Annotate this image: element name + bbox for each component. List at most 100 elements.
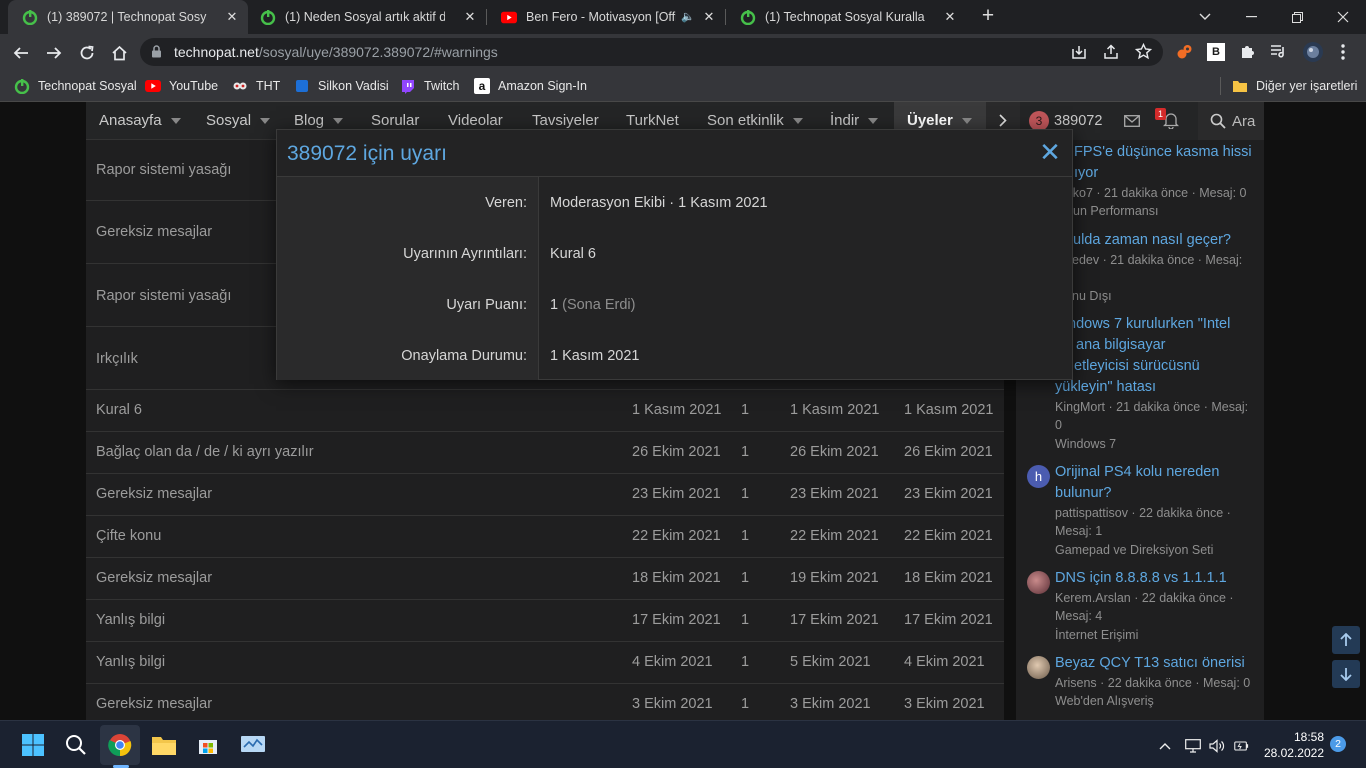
reload-icon[interactable]	[76, 42, 98, 64]
volume-icon[interactable]	[1209, 738, 1225, 754]
bookmark-silkon-vadisi[interactable]: Silkon Vadisi	[294, 77, 389, 95]
thread-forum[interactable]: un Performansı	[1073, 204, 1158, 218]
thread-forum[interactable]: nu Dışı	[1072, 289, 1112, 303]
monitor-app-icon[interactable]	[238, 730, 268, 760]
speaker-audio-icon[interactable]: 🔈	[681, 10, 695, 23]
caret-down-icon[interactable]	[792, 118, 803, 125]
caret-down-icon[interactable]	[260, 118, 271, 125]
caret-down-icon[interactable]	[961, 118, 972, 125]
table-row[interactable]: Kural 6 1 Kasım 2021 1 1 Kasım 2021 1 Ka…	[86, 390, 1004, 432]
battery-icon[interactable]	[1233, 738, 1249, 754]
table-row[interactable]: Gereksiz mesajlar 3 Ekim 2021 1 3 Ekim 2…	[86, 684, 1004, 720]
thread-link[interactable]: DNS için 8.8.8.8 vs 1.1.1.1	[1055, 570, 1227, 586]
nav-item-uyeler[interactable]: Üyeler	[907, 112, 972, 129]
nav-item-anasayfa[interactable]: Anasayfa	[99, 112, 181, 129]
brave-extension-icon[interactable]	[1176, 43, 1193, 65]
windows-start-icon[interactable]	[18, 730, 48, 760]
thread-link[interactable]: ıyor	[1074, 165, 1098, 181]
thread-link[interactable]: yükleyin" hatası	[1055, 379, 1156, 395]
nav-item-son-etkinlik[interactable]: Son etkinlik	[707, 112, 803, 129]
scroll-to-bottom-button[interactable]	[1332, 660, 1360, 688]
restore-button[interactable]	[1274, 0, 1320, 34]
bookmark-star-icon[interactable]	[1134, 42, 1153, 65]
taskbar-search-icon[interactable]	[61, 730, 91, 760]
thread-forum[interactable]: İnternet Erişimi	[1055, 628, 1138, 642]
close-window-button[interactable]	[1320, 0, 1366, 34]
table-row[interactable]: Gereksiz mesajlar 18 Ekim 2021 1 19 Ekim…	[86, 558, 1004, 600]
profile-avatar-icon[interactable]	[1302, 41, 1324, 68]
thread-link[interactable]: bulunur?	[1055, 485, 1111, 501]
chevron-up-icon[interactable]	[1157, 738, 1173, 754]
table-row[interactable]: Yanlış bilgi 4 Ekim 2021 1 5 Ekim 2021 4…	[86, 642, 1004, 684]
search-button[interactable]: Ara	[1198, 102, 1264, 140]
new-tab-button[interactable]: +	[977, 5, 999, 27]
tab-title: (1) Technopat Sosyal Kuralları | Te	[765, 10, 925, 24]
nav-item-tavsiyeler[interactable]: Tavsiyeler	[532, 112, 599, 129]
tab-ben-fero[interactable]: Ben Fero - Motivasyon [Official 🔈 ✕	[487, 0, 725, 34]
close-tab-icon[interactable]: ✕	[224, 9, 240, 25]
b-extension-icon[interactable]: B	[1207, 43, 1225, 61]
close-tab-icon[interactable]: ✕	[701, 9, 717, 25]
thread-link[interactable]: ulda zaman nasıl geçer?	[1073, 232, 1231, 248]
tab-technopat-profile[interactable]: (1) 389072 | Technopat Sosyal ✕	[8, 0, 248, 34]
thread-link[interactable]: etleyicisi sürücüsnü	[1074, 358, 1200, 374]
share-icon[interactable]	[1103, 44, 1119, 65]
forward-arrow-icon[interactable]	[43, 42, 65, 64]
close-tab-icon[interactable]: ✕	[462, 9, 478, 25]
install-app-icon[interactable]	[1071, 44, 1087, 65]
thread-link[interactable]: ndows 7 kurulurken "Intel	[1068, 316, 1230, 332]
reading-list-icon[interactable]	[1270, 44, 1287, 64]
back-arrow-icon[interactable]	[10, 42, 32, 64]
tab-search-chevron-icon[interactable]	[1182, 0, 1228, 34]
nav-item-indir[interactable]: İndir	[830, 112, 879, 129]
close-tab-icon[interactable]: ✕	[942, 9, 958, 25]
bookmark-youtube[interactable]: YouTube	[145, 77, 218, 95]
user-name-link[interactable]: 389072	[1054, 113, 1102, 129]
thread-link[interactable]: Orijinal PS4 kolu nereden	[1055, 464, 1219, 480]
table-row[interactable]: Çifte konu 22 Ekim 2021 1 22 Ekim 2021 2…	[86, 516, 1004, 558]
url-text[interactable]: technopat.net/sosyal/uye/389072.389072/#…	[174, 44, 498, 60]
home-icon[interactable]	[108, 42, 130, 64]
bookmark-other-folder[interactable]: Diğer yer işaretleri	[1232, 77, 1357, 95]
table-row[interactable]: Yanlış bilgi 17 Ekim 2021 1 17 Ekim 2021…	[86, 600, 1004, 642]
nav-item-sorular[interactable]: Sorular	[371, 112, 419, 129]
close-icon[interactable]: ✕	[1037, 139, 1063, 165]
network-icon[interactable]	[1185, 738, 1201, 754]
thread-forum[interactable]: Gamepad ve Direksiyon Seti	[1055, 543, 1213, 557]
notification-count-badge[interactable]: 2	[1330, 736, 1346, 752]
tab-technopat-kurallari[interactable]: (1) Technopat Sosyal Kuralları | Te ✕	[726, 0, 966, 34]
file-explorer-icon[interactable]	[149, 730, 179, 760]
system-clock[interactable]: 18:58 28.02.2022	[1258, 729, 1324, 761]
table-row[interactable]: Bağlaç olan da / de / ki ayrı yazılır 26…	[86, 432, 1004, 474]
bookmark-twitch[interactable]: Twitch	[400, 77, 459, 95]
puzzle-extensions-icon[interactable]	[1239, 43, 1256, 65]
microsoft-store-icon[interactable]	[193, 730, 223, 760]
browser-menu-icon[interactable]	[1341, 44, 1345, 65]
user-avatar[interactable]	[1027, 656, 1050, 679]
thread-link[interactable]: ana bilgisayar	[1076, 337, 1165, 353]
thread-link[interactable]: FPS'e düşünce kasma hissi	[1074, 144, 1252, 160]
caret-down-icon[interactable]	[170, 118, 181, 125]
tab-neden-sosyal[interactable]: (1) Neden Sosyal artık aktif değil? ✕	[246, 0, 486, 34]
scroll-to-top-button[interactable]	[1332, 626, 1360, 654]
caret-down-icon[interactable]	[333, 118, 344, 125]
bookmark-technopat[interactable]: Technopat Sosyal	[14, 77, 137, 95]
thread-forum[interactable]: Windows 7	[1055, 437, 1116, 451]
caret-down-icon[interactable]	[868, 118, 879, 125]
lock-icon[interactable]	[151, 45, 162, 63]
nav-item-videolar[interactable]: Videolar	[448, 112, 503, 129]
thread-forum[interactable]: Web'den Alışveriş	[1055, 694, 1154, 708]
thread-link[interactable]: Beyaz QCY T13 satıcı önerisi	[1055, 655, 1245, 671]
bookmark-amazon[interactable]: a Amazon Sign-In	[474, 77, 587, 95]
nav-item-sosyal[interactable]: Sosyal	[206, 112, 271, 129]
nav-item-blog[interactable]: Blog	[294, 112, 344, 129]
minimize-button[interactable]	[1228, 0, 1274, 34]
table-row[interactable]: Gereksiz mesajlar 23 Ekim 2021 1 23 Ekim…	[86, 474, 1004, 516]
user-avatar[interactable]: h	[1027, 465, 1050, 488]
mail-icon[interactable]	[1124, 114, 1140, 132]
chrome-taskbar-icon[interactable]	[105, 730, 135, 760]
bookmark-tht[interactable]: THT	[232, 77, 280, 95]
user-avatar[interactable]	[1027, 571, 1050, 594]
nav-item-turknet[interactable]: TurkNet	[626, 112, 679, 129]
user-avatar[interactable]: 3	[1029, 111, 1049, 131]
